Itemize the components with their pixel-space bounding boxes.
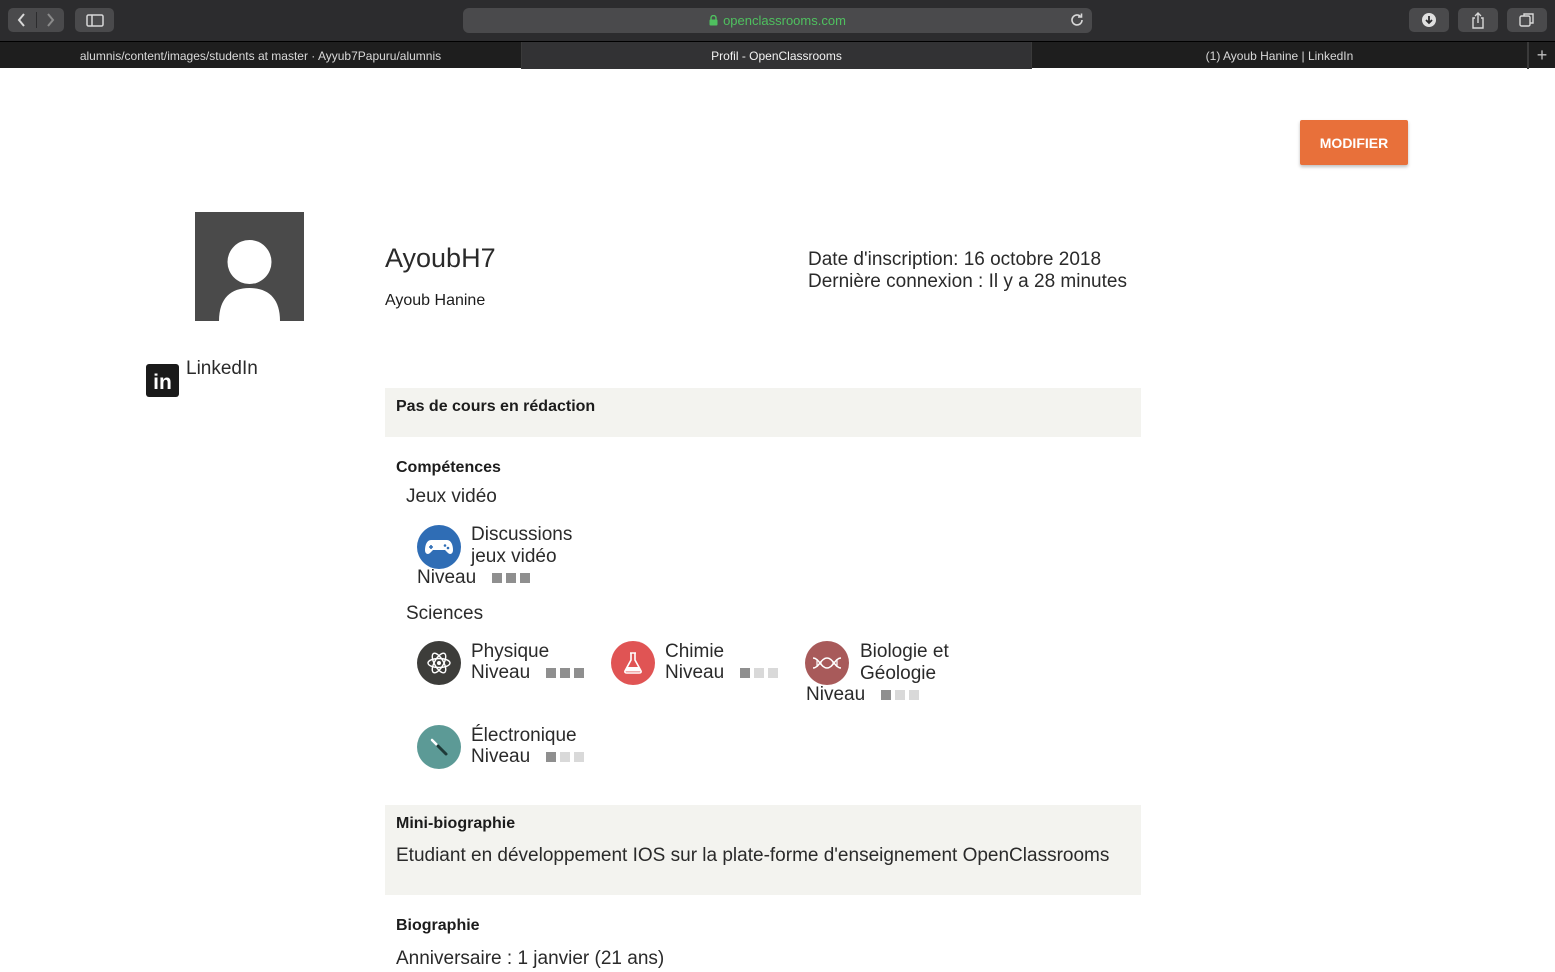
skills-title: Compétences	[396, 459, 501, 476]
user-icon	[219, 240, 280, 321]
niveau-label: Niveau	[665, 662, 725, 683]
level-bars	[546, 752, 588, 762]
mini-bio-title: Mini-biographie	[396, 815, 516, 832]
tabs-overview-icon	[1519, 13, 1534, 27]
niveau-label: Niveau	[471, 746, 531, 767]
url-text: openclassrooms.com	[723, 13, 846, 28]
niveau-label: Niveau	[471, 662, 531, 683]
browser-toolbar: openclassrooms.com	[0, 0, 1555, 41]
nav-buttons	[8, 8, 64, 32]
sidebar-icon	[85, 13, 104, 27]
sidebar-button[interactable]	[75, 8, 114, 32]
skill-name-physique[interactable]: Physique	[471, 641, 549, 663]
birthday: Anniversaire : 1 janvier (21 ans)	[396, 948, 665, 969]
atom-icon	[417, 641, 461, 685]
lock-icon	[709, 15, 718, 26]
username: AyoubH7	[385, 243, 496, 273]
bio-title: Biographie	[396, 917, 480, 934]
skill-name-electronique[interactable]: Électronique	[471, 725, 577, 747]
skill-name-biologie[interactable]: Biologie et Géologie	[860, 641, 949, 685]
linkedin-label: LinkedIn	[186, 358, 258, 379]
plus-icon: +	[1536, 45, 1548, 65]
category-title-jeux-video: Jeux vidéo	[406, 486, 497, 507]
category-title-sciences: Sciences	[406, 603, 484, 624]
skill-level-physique: Niveau	[471, 662, 588, 684]
reload-icon[interactable]	[1068, 11, 1086, 29]
skill-level-electronique: Niveau	[471, 746, 588, 768]
level-bars	[546, 668, 588, 678]
download-icon	[1422, 13, 1436, 27]
account-dates: Date d'inscription: 16 octobre 2018 Dern…	[808, 249, 1127, 293]
skill-level-chimie: Niveau	[665, 662, 782, 684]
avatar	[195, 212, 304, 321]
tab-label: Profil - OpenClassrooms	[711, 48, 842, 63]
level-bars	[740, 668, 782, 678]
tab-github[interactable]: alumnis/content/images/students at maste…	[0, 42, 522, 69]
mini-bio-text: Etudiant en développement IOS sur la pla…	[396, 845, 1110, 866]
linkedin-link[interactable]: in LinkedIn	[146, 358, 258, 397]
tab-label: alumnis/content/images/students at maste…	[79, 48, 442, 63]
last-login: Dernière connexion : Il y a 28 minutes	[808, 271, 1127, 292]
level-bars	[492, 573, 534, 583]
back-icon	[17, 13, 25, 27]
skill-level-biologie: Niveau	[806, 684, 923, 706]
skill-name-chimie[interactable]: Chimie	[665, 641, 724, 663]
address-bar[interactable]: openclassrooms.com	[463, 8, 1092, 33]
share-icon	[1472, 11, 1484, 29]
niveau-label: Niveau	[806, 684, 866, 705]
gamepad-icon	[417, 525, 461, 569]
linkedin-icon: in	[146, 364, 179, 397]
drafts-text: Pas de cours en rédaction	[396, 398, 596, 415]
tab-openclassrooms[interactable]: Profil - OpenClassrooms	[522, 42, 1032, 69]
dna-icon	[805, 641, 849, 685]
back-button[interactable]	[8, 8, 36, 32]
skill-level-discussions: Niveau	[417, 567, 534, 589]
tab-label: (1) Ayoub Hanine | LinkedIn	[1205, 48, 1354, 63]
screwdriver-icon	[417, 725, 461, 769]
drafts-panel: Pas de cours en rédaction	[385, 388, 1141, 437]
tab-bar: alumnis/content/images/students at maste…	[0, 41, 1555, 69]
level-bars	[881, 690, 923, 700]
forward-icon	[47, 13, 55, 27]
skill-name-discussions[interactable]: Discussions jeux vidéo	[471, 524, 572, 568]
forward-button[interactable]	[36, 8, 64, 32]
mini-bio-panel: Mini-biographie Etudiant en développemen…	[385, 805, 1141, 895]
niveau-label: Niveau	[417, 567, 477, 588]
signup-date: Date d'inscription: 16 octobre 2018	[808, 249, 1102, 270]
downloads-button[interactable]	[1409, 8, 1449, 32]
modify-profile-button[interactable]: MODIFIER	[1300, 120, 1408, 165]
flask-icon	[611, 641, 655, 685]
full-name: Ayoub Hanine	[385, 292, 486, 309]
share-button[interactable]	[1458, 8, 1498, 32]
tabs-overview-button[interactable]	[1507, 8, 1547, 32]
tab-linkedin[interactable]: (1) Ayoub Hanine | LinkedIn	[1032, 42, 1528, 69]
new-tab-button[interactable]: +	[1528, 42, 1555, 69]
